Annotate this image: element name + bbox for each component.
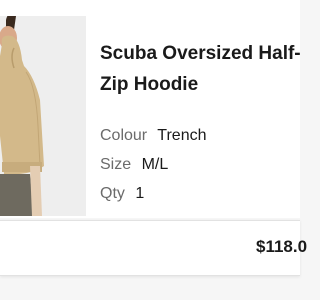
product-image[interactable]: [0, 16, 86, 216]
product-title-line2: Zip Hoodie: [100, 74, 199, 95]
qty-label: Qty: [100, 185, 125, 202]
product-title-line1: Scuba Oversized Half-: [100, 43, 301, 64]
size-value: M/L: [141, 156, 169, 173]
size-label: Size: [100, 156, 132, 173]
item-price: $118.0: [256, 237, 308, 256]
product-title[interactable]: Scuba Oversized Half- Zip Hoodie: [100, 38, 310, 100]
size-row: Size M/L: [100, 155, 168, 175]
colour-row: Colour Trench: [100, 126, 207, 146]
qty-value: 1: [135, 185, 145, 202]
cart-item-card: Scuba Oversized Half- Zip Hoodie Colour …: [0, 0, 301, 218]
qty-row: Qty 1: [100, 184, 144, 204]
price-bar: $118.0: [0, 220, 307, 276]
colour-value: Trench: [157, 127, 207, 144]
colour-label: Colour: [100, 127, 148, 144]
hoodie-model-photo: [0, 16, 86, 216]
